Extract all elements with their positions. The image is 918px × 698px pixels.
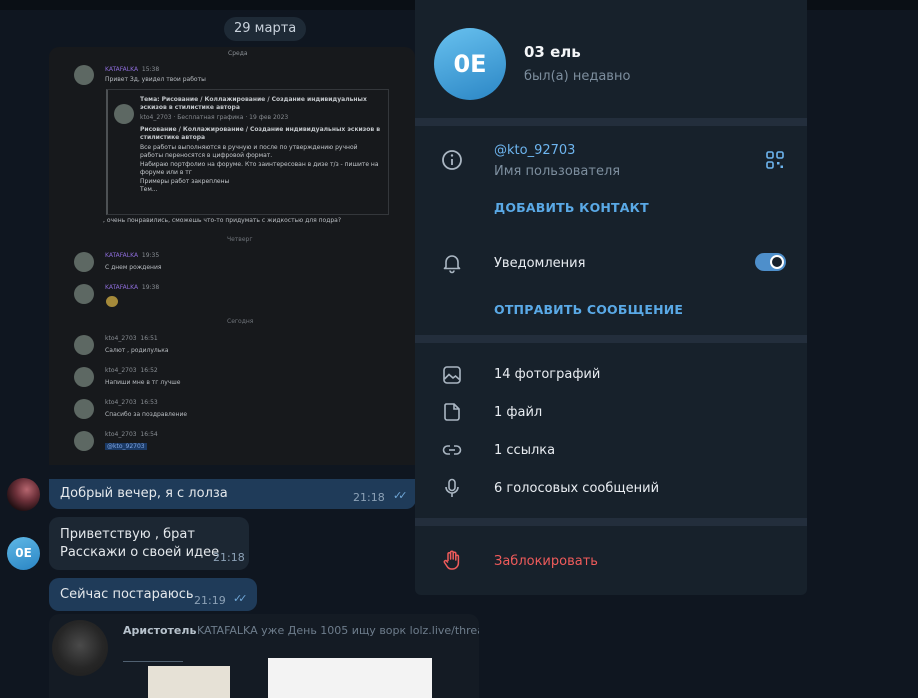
avatar — [74, 65, 94, 85]
quote-line: Все работы выполняются в ручную и после … — [140, 144, 358, 151]
message-text: Добрый вечер, я с лолза — [60, 486, 228, 501]
toggle-knob — [770, 255, 784, 269]
message-text: Спасибо за поздравление — [105, 411, 188, 418]
profile-panel: 0E 03 ель был(а) недавно @kto_92703 Имя … — [415, 0, 807, 595]
microphone-icon — [441, 477, 463, 499]
sender-name: KATAFALKA — [105, 66, 139, 73]
profile-avatar[interactable]: 0E — [434, 28, 506, 100]
block-button[interactable]: Заблокировать — [494, 554, 598, 569]
image-thumbnail[interactable] — [268, 658, 432, 698]
read-ticks-icon: ✓✓ — [233, 592, 248, 605]
quote-line: работы переносятся в цифровой формат. — [140, 152, 273, 159]
message-time: 21:19 — [194, 594, 226, 607]
message-time: 21:18 — [213, 551, 245, 564]
sender-name: KATAFALKA — [105, 284, 139, 291]
bell-icon — [441, 252, 463, 274]
add-contact-button[interactable]: ДОБАВИТЬ КОНТАКТ — [494, 200, 649, 215]
reply-preview: KATAFALKA уже День 1005 ищу ворк lolz.li… — [197, 624, 479, 637]
message-text: Напиши мне в тг лучше — [105, 379, 181, 386]
avatar — [74, 399, 94, 419]
time: 16:53 — [140, 399, 158, 406]
date-pill: 29 марта — [224, 17, 307, 41]
info-icon — [441, 149, 463, 171]
send-message-button[interactable]: ОТПРАВИТЬ СООБЩЕНИЕ — [494, 302, 683, 317]
quote-line: форуме или в тг — [140, 169, 192, 176]
quote-line: Набираю портфолио на форуме. Кто заинтер… — [140, 161, 379, 168]
files-row[interactable]: 1 файл — [494, 405, 542, 420]
quote-meta: kto4_2703 · Бесплатная графика · 19 фев … — [140, 114, 289, 121]
avatar — [74, 431, 94, 451]
profile-status: был(а) недавно — [524, 69, 631, 84]
sender-name: KATAFALKA — [105, 252, 139, 259]
avatar — [74, 367, 94, 387]
username-link[interactable]: @kto_92703 — [494, 143, 575, 158]
section-divider — [415, 335, 807, 343]
avatar — [52, 620, 108, 676]
links-row[interactable]: 1 ссылка — [494, 443, 555, 458]
username-label: Имя пользователя — [494, 164, 621, 179]
photos-row[interactable]: 14 фотографий — [494, 367, 600, 382]
hand-icon — [441, 549, 463, 571]
time: 19:35 — [141, 252, 160, 259]
quote-line: Тем... — [140, 186, 158, 193]
message-text: Расскажи о своей идее — [60, 545, 220, 560]
image-thumbnail[interactable] — [148, 666, 230, 698]
message-text: Салют , родилулька — [105, 347, 169, 354]
time: 16:54 — [140, 431, 158, 438]
link-icon — [441, 439, 463, 461]
time: 16:51 — [140, 335, 158, 342]
avatar[interactable] — [7, 478, 40, 511]
voice-messages-row[interactable]: 6 голосовых сообщений — [494, 481, 659, 496]
avatar — [114, 104, 134, 124]
author-name: Аристотель — [123, 624, 197, 637]
sender-name: kto4_2703 — [105, 367, 137, 374]
sender-name: kto4_2703 — [105, 431, 137, 438]
quote-line: Рисование / Коллажирование / Создание ин… — [140, 126, 381, 133]
section-divider — [415, 518, 807, 526]
avatar — [74, 284, 94, 304]
message-bubble[interactable]: Добрый вечер, я с лолза 21:18 ✓✓ — [49, 479, 416, 509]
qr-code-icon[interactable] — [766, 151, 784, 169]
message-bubble[interactable]: Приветствую , брат Расскажи о своей идее… — [49, 517, 249, 570]
notifications-label: Уведомления — [494, 256, 586, 271]
file-icon — [441, 401, 463, 423]
message-text: Приветствую , брат — [60, 527, 195, 542]
time: 19:38 — [141, 284, 160, 291]
section-divider — [415, 118, 807, 126]
message-text: С днем рождения — [105, 264, 162, 271]
sticker-icon — [106, 296, 118, 307]
username-highlight: @kto_92703 — [105, 443, 147, 450]
avatar — [74, 335, 94, 355]
message-time: 21:18 — [353, 491, 385, 504]
message-text: Привет Зд, увидел твои работы — [105, 76, 206, 83]
photo-icon — [441, 364, 463, 386]
quote-line: Примеры работ закреплены — [140, 178, 230, 185]
quote-title: эскизов в стилистике автора — [140, 104, 240, 111]
quote-block: Тема: Рисование / Коллажирование / Созда… — [106, 89, 389, 215]
quote-line: стилистике автора — [140, 134, 206, 141]
profile-name: 03 ель — [524, 43, 581, 61]
message-text: Сейчас постараюсь — [60, 587, 194, 602]
message-bubble[interactable]: Сейчас постараюсь 21:19 ✓✓ — [49, 578, 257, 611]
time: 16:52 — [140, 367, 158, 374]
notifications-toggle[interactable] — [755, 253, 786, 271]
divider — [123, 661, 183, 662]
avatar — [74, 252, 94, 272]
avatar[interactable]: 0E — [7, 537, 40, 570]
sender-name: kto4_2703 — [105, 399, 137, 406]
day-separator: Среда — [228, 50, 248, 57]
day-separator: Четверг — [227, 236, 253, 243]
screenshot-image[interactable]: Среда KATAFALKA 15:38 Привет Зд, увидел … — [49, 47, 415, 465]
time: 15:38 — [141, 66, 160, 73]
read-ticks-icon: ✓✓ — [393, 489, 408, 502]
sender-name: kto4_2703 — [105, 335, 137, 342]
forwarded-media-message[interactable]: Аристотель KATAFALKA уже День 1005 ищу в… — [49, 614, 479, 698]
message-text: , очень понравились, сможешь что-то прид… — [103, 217, 342, 224]
day-separator: Сегодня — [227, 318, 254, 325]
quote-title: Тема: Рисование / Коллажирование / Созда… — [140, 96, 367, 103]
